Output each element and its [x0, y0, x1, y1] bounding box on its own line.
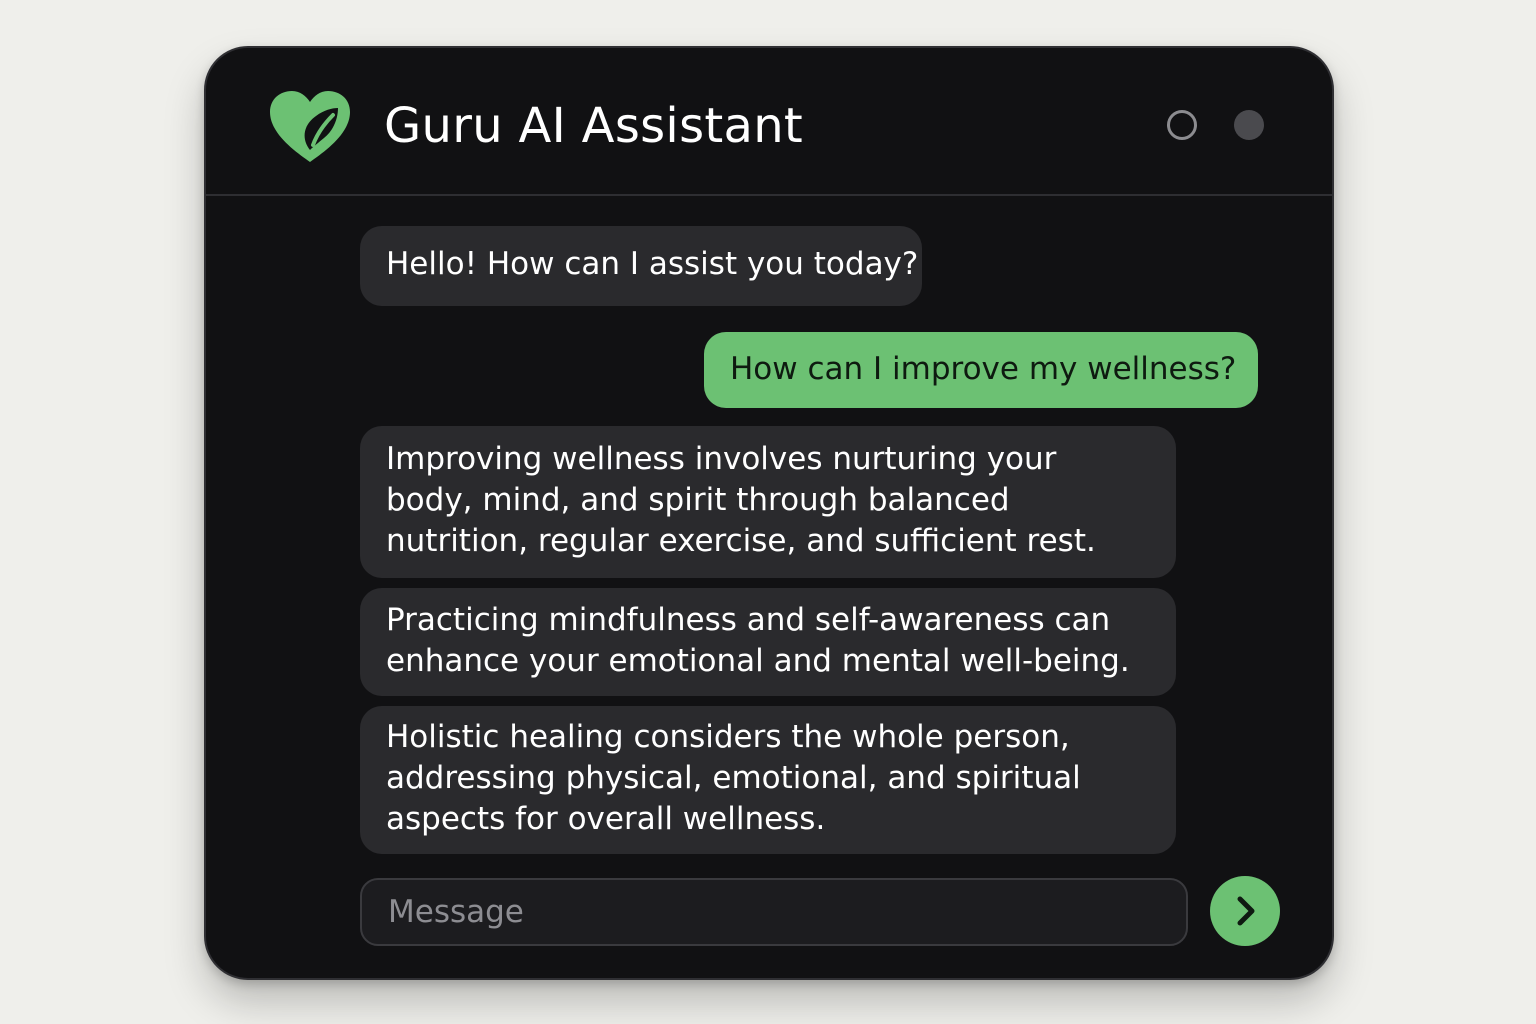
filled-circle-control[interactable]: [1234, 110, 1264, 140]
app-title: Guru AI Assistant: [384, 98, 804, 154]
assistant-message: Practicing mindfulness and self-awarenes…: [360, 588, 1176, 696]
user-message: How can I improve my wellness?: [704, 332, 1258, 408]
send-button[interactable]: [1210, 876, 1280, 946]
chat-window: Guru AI Assistant Hello! How can I assis…: [204, 46, 1334, 980]
heart-leaf-icon: [266, 88, 354, 166]
message-input[interactable]: [362, 880, 1186, 944]
assistant-message: Holistic healing considers the whole per…: [360, 706, 1176, 854]
outline-circle-control[interactable]: [1167, 110, 1197, 140]
chat-header: Guru AI Assistant: [206, 48, 1332, 196]
chevron-right-icon: [1237, 896, 1255, 926]
message-composer: [360, 878, 1188, 946]
assistant-message: Hello! How can I assist you today?: [360, 226, 922, 306]
assistant-message: Improving wellness involves nurturing yo…: [360, 426, 1176, 578]
